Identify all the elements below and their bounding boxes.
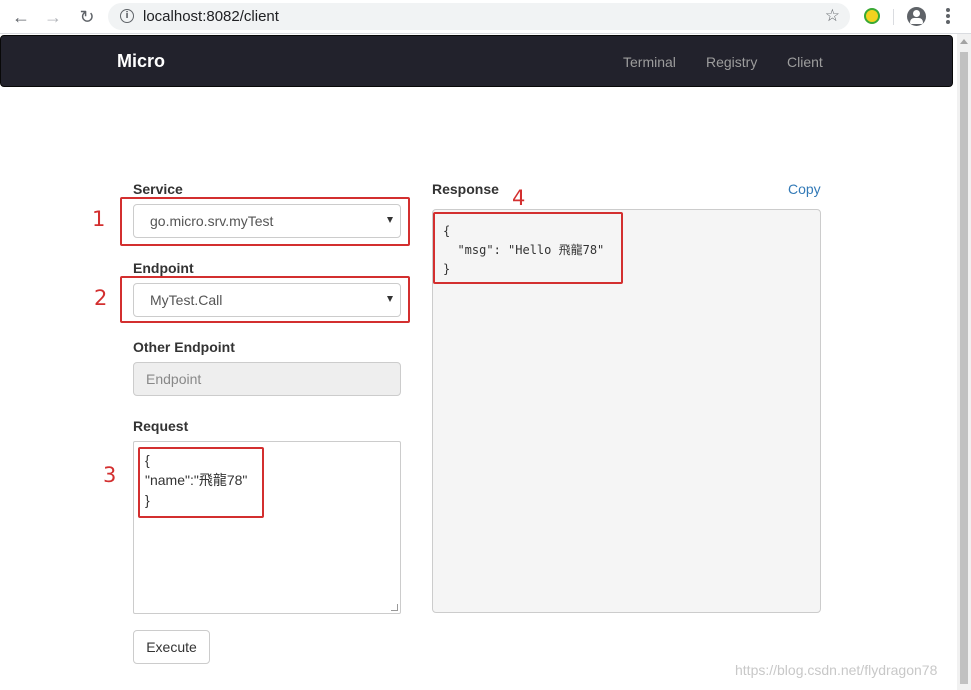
vertical-scrollbar[interactable]: [957, 34, 971, 690]
nav-link-terminal[interactable]: Terminal: [623, 54, 676, 70]
resize-handle[interactable]: [391, 604, 398, 611]
bookmark-star-icon[interactable]: ☆: [825, 6, 840, 26]
other-endpoint-input[interactable]: Endpoint: [133, 362, 401, 396]
response-label: Response: [432, 181, 499, 197]
annotation-box-1: [120, 197, 410, 246]
address-bar[interactable]: i localhost:8082/client ☆: [108, 3, 850, 30]
service-label: Service: [133, 181, 183, 197]
execute-button[interactable]: Execute: [133, 630, 210, 664]
extension-icon[interactable]: [864, 8, 880, 24]
nav-link-registry[interactable]: Registry: [706, 54, 757, 70]
browser-toolbar: ← → ↻ i localhost:8082/client ☆: [0, 0, 971, 34]
top-navbar: Micro Terminal Registry Client: [0, 35, 953, 87]
page-content: Micro Terminal Registry Client Service g…: [0, 34, 957, 690]
more-menu-icon[interactable]: [946, 8, 950, 26]
toolbar-separator: [893, 9, 894, 25]
annotation-number-3: 3: [103, 463, 117, 487]
other-endpoint-label: Other Endpoint: [133, 339, 235, 355]
annotation-box-3: [138, 447, 264, 518]
annotation-number-2: 2: [94, 286, 108, 310]
account-icon[interactable]: [907, 7, 926, 26]
request-label: Request: [133, 418, 189, 434]
back-arrow-icon[interactable]: ←: [10, 6, 32, 28]
info-icon[interactable]: i: [120, 9, 134, 23]
annotation-number-1: 1: [92, 207, 106, 231]
watermark-text: https://blog.csdn.net/flydragon78: [735, 662, 938, 678]
reload-icon[interactable]: ↻: [76, 6, 98, 28]
annotation-box-2: [120, 276, 410, 323]
scrollbar-thumb[interactable]: [960, 52, 968, 684]
endpoint-label: Endpoint: [133, 260, 194, 276]
scroll-up-arrow-icon[interactable]: [960, 39, 968, 44]
nav-link-client[interactable]: Client: [787, 54, 823, 70]
url-text[interactable]: localhost:8082/client: [143, 8, 279, 25]
forward-arrow-icon[interactable]: →: [42, 6, 64, 28]
other-endpoint-placeholder: Endpoint: [146, 371, 202, 387]
copy-link[interactable]: Copy: [788, 181, 821, 197]
annotation-box-4: [433, 212, 623, 284]
annotation-number-4: 4: [512, 186, 526, 210]
brand-logo[interactable]: Micro: [117, 51, 165, 72]
